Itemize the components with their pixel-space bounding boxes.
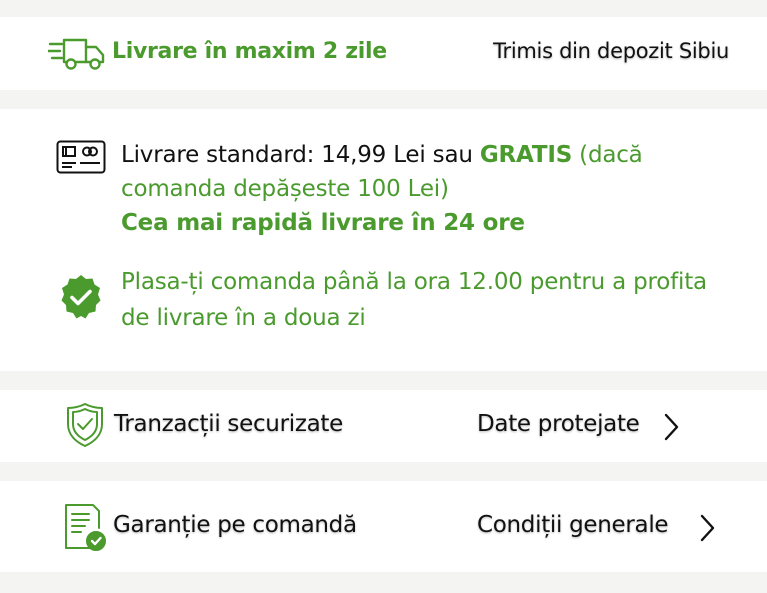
truck-icon — [48, 38, 105, 70]
document-check-icon — [65, 504, 106, 551]
general-conditions-link[interactable]: Condiții generale — [477, 512, 669, 538]
shipping-info: Livrare standard: 14,99 Lei sau GRATIS (… — [121, 138, 711, 240]
shipping-fastest-text: Cea mai rapidă livrare în 24 ore — [121, 210, 525, 236]
shield-check-icon — [67, 403, 103, 447]
shipping-free-label: GRATIS — [479, 142, 573, 168]
card-icon — [56, 140, 106, 174]
chevron-right-icon[interactable] — [697, 513, 717, 543]
order-deadline-text: Plasa-ți comanda până la ora 12.00 pentr… — [121, 269, 707, 331]
depot-text: Trimis din depozit Sibiu — [493, 39, 729, 63]
chevron-right-icon[interactable] — [661, 412, 681, 442]
delivery-card: Livrare în maxim 2 zile Trimis din depoz… — [0, 17, 767, 90]
order-warranty-label: Garanție pe comandă — [113, 512, 357, 538]
shipping-standard-text: Livrare standard: 14,99 Lei sau — [121, 142, 480, 168]
secure-transactions-label: Tranzacții securizate — [114, 411, 343, 437]
security-card[interactable]: Tranzacții securizate Date protejate — [0, 390, 767, 462]
data-protected-link[interactable]: Date protejate — [477, 411, 640, 437]
delivery-title: Livrare în maxim 2 zile — [112, 39, 387, 64]
warranty-card[interactable]: Garanție pe comandă Condiții generale — [0, 481, 767, 572]
shipping-card: Livrare standard: 14,99 Lei sau GRATIS (… — [0, 109, 767, 371]
check-badge-icon — [61, 275, 101, 319]
